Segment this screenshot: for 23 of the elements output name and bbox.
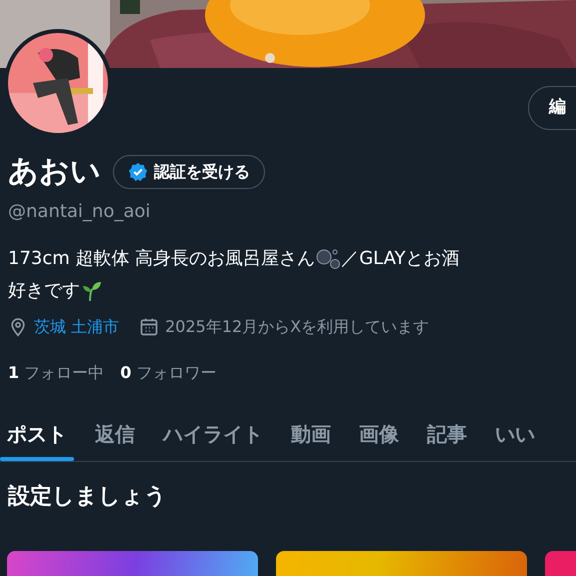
follow-count-link[interactable]: 1 フォロー中 [8, 361, 104, 385]
bio-text: ／GLAYとお酒 [341, 247, 460, 271]
profile-tab[interactable]: 画像 [352, 407, 406, 461]
calendar-icon [139, 317, 160, 337]
profile-tab[interactable]: 返信 [88, 407, 142, 461]
follow-count-link[interactable]: 0 フォロワー [120, 361, 216, 385]
bio-text: 好きです [8, 279, 80, 303]
edit-profile-button[interactable]: 編 [528, 86, 576, 130]
get-verified-button[interactable]: 認証を受ける [113, 155, 265, 189]
join-date: 2025年12月からXを利用しています [165, 316, 430, 338]
profile-name: あおい [8, 153, 101, 191]
verified-badge-icon [128, 162, 148, 182]
profile-tab[interactable]: 記事 [420, 407, 474, 461]
sprout-icon [80, 280, 102, 302]
profile-tab[interactable]: いい [488, 407, 542, 461]
profile-tab[interactable]: ハイライト [156, 407, 270, 461]
location-link[interactable]: 茨城 土浦市 [34, 315, 120, 339]
section-title: 設定しましょう [6, 482, 168, 511]
profile-tab[interactable]: ポスト [0, 407, 74, 461]
bio-text: 173cm 超軟体 高身長のお風呂屋さん [8, 247, 316, 271]
profile-tab[interactable]: 動画 [284, 407, 338, 461]
bubbles-icon [315, 248, 342, 270]
profile-handle: @nantai_no_aoi [8, 200, 150, 224]
